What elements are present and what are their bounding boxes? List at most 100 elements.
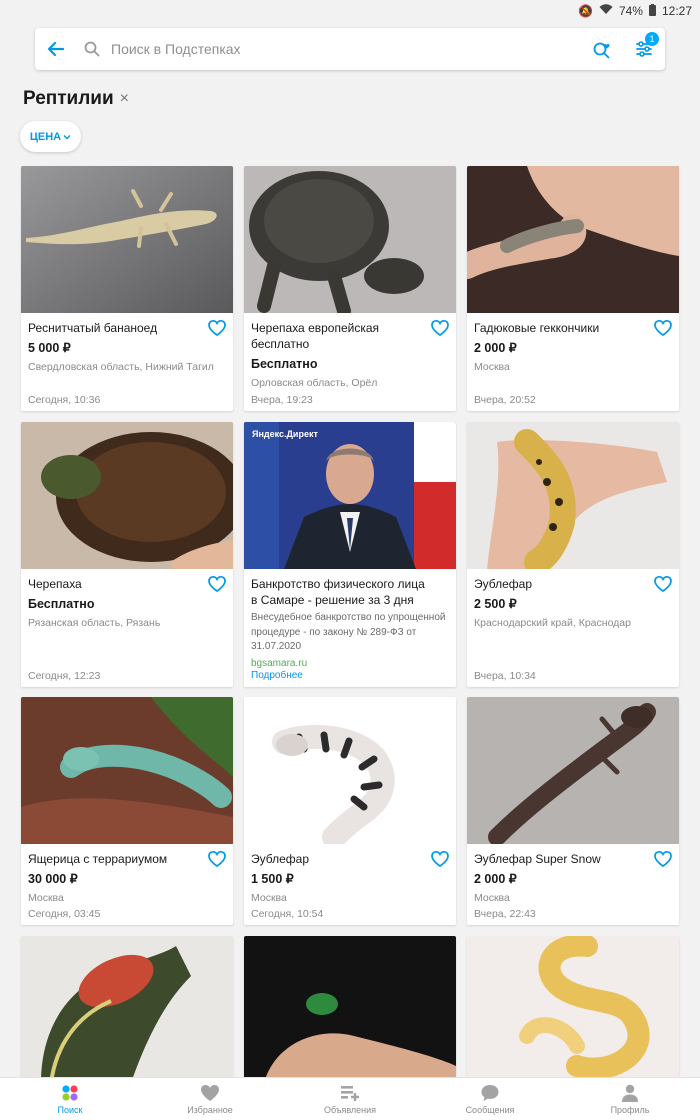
ad-domain[interactable]: bgsamara.ru [251,658,449,669]
ad-card[interactable]: Яндекс.Директ Банкротство физического ли… [244,422,456,687]
listing-price: 2 000 ₽ [474,341,517,355]
bottom-navigation: Поиск Избранное Объявления Сообщения Про… [0,1077,700,1120]
nav-search[interactable]: Поиск [0,1078,140,1120]
ad-more-link[interactable]: Подробнее [251,670,449,681]
listing-card[interactable]: Реснитчатый бананоед 5 000 ₽ Свердловска… [21,166,233,411]
listing-date: Сегодня, 10:36 [28,394,101,406]
listing-card[interactable]: Эублефар Super Snow 2 000 ₽ Москва Вчера… [467,697,679,925]
listing-title: Реснитчатый бананоед [28,321,158,335]
nav-label: Избранное [187,1105,233,1115]
turtle-photo [244,166,456,313]
listing-location: Москва [474,892,510,904]
listing-location: Москва [474,361,510,373]
favorite-heart-icon[interactable] [207,575,227,593]
category-header: Рептилии × [23,88,129,110]
listing-location: Орловская область, Орёл [251,377,378,389]
listing-card[interactable] [21,936,233,1083]
listing-price: Бесплатно [28,597,95,611]
ad-description: Внесудебное банкротство по упрощенной пр… [251,612,446,652]
wifi-icon [599,4,613,18]
search-input[interactable] [107,41,581,57]
favorite-heart-icon[interactable] [430,319,450,337]
favorite-heart-icon[interactable] [207,319,227,337]
listing-location: Свердловская область, Нижний Тагил [28,361,214,373]
remove-category-icon[interactable]: × [120,90,129,108]
turtle-hand-photo [21,422,233,569]
favorite-heart-icon[interactable] [207,850,227,868]
python-photo [467,936,679,1083]
listing-date: Вчера, 20:52 [474,394,536,406]
eublefar-white-photo [244,697,456,844]
filters-icon[interactable]: 1 [623,28,665,70]
ad-label: Яндекс.Директ [252,429,318,439]
search-bar: 1 [35,28,665,70]
listing-card[interactable]: Эублефар 2 500 ₽ Краснодарский край, Кра… [467,422,679,687]
heart-icon [201,1085,219,1101]
listing-location: Краснодарский край, Краснодар [474,617,631,629]
gecko-photo [21,166,233,313]
listing-card[interactable]: Гадюковые геккончики 2 000 ₽ Москва Вчер… [467,166,679,411]
listing-title: Гадюковые геккончики [474,321,600,335]
nav-favorites[interactable]: Избранное [140,1078,280,1120]
profile-icon [622,1084,638,1102]
clock: 12:27 [661,4,692,18]
listing-card[interactable]: Черепаха европейская бесплатно Бесплатно… [244,166,456,411]
listing-date: Сегодня, 03:45 [28,908,101,920]
filters-count-badge: 1 [645,32,659,46]
listing-price: 2 500 ₽ [474,597,517,611]
listing-date: Вчера, 19:23 [251,394,313,406]
nav-label: Профиль [610,1105,650,1115]
listing-location: Москва [251,892,287,904]
listing-card[interactable]: Черепаха Бесплатно Рязанская область, Ря… [21,422,233,687]
back-arrow-icon[interactable] [35,28,77,70]
listing-title: Эублефар [474,577,532,591]
listing-location: Рязанская область, Рязань [28,617,161,629]
listing-price: 1 500 ₽ [251,872,294,886]
listing-card[interactable] [244,936,456,1083]
leopard-gecko-photo [467,422,679,569]
nav-listings[interactable]: Объявления [280,1078,420,1120]
listing-price: 5 000 ₽ [28,341,71,355]
search-tab-icon [62,1085,78,1101]
add-listing-icon [341,1086,359,1101]
listing-title: Эублефар Super Snow [474,852,601,866]
battery-icon [648,3,656,19]
battery-level: 74% [618,4,643,18]
red-ear-turtle-photo [21,936,233,1083]
listing-title: Черепаха [28,577,82,591]
chevron-down-icon [63,134,71,139]
dark-gecko-photo [467,697,679,844]
nav-profile[interactable]: Профиль [560,1078,700,1120]
small-turtle-photo [244,936,456,1083]
listing-date: Сегодня, 12:23 [28,670,101,682]
nav-label: Поиск [57,1105,83,1115]
gecko-hand-photo [467,166,679,313]
listing-location: Москва [28,892,64,904]
favorite-heart-icon[interactable] [653,575,673,593]
listing-date: Сегодня, 10:54 [251,908,324,920]
category-title: Рептилии [23,88,114,109]
favorite-heart-icon[interactable] [430,850,450,868]
price-filter-chip[interactable]: ЦЕНА [20,121,81,152]
listing-title: Эублефар [251,852,309,866]
iguana-photo [21,697,233,844]
listing-price: Бесплатно [251,357,318,371]
listing-date: Вчера, 22:43 [474,908,536,920]
nav-label: Объявления [323,1105,377,1115]
listing-title: Ящерица с террариумом [28,852,168,866]
listing-date: Вчера, 10:34 [474,670,536,682]
save-search-icon[interactable] [581,28,623,70]
price-filter-label: ЦЕНА [29,130,62,143]
favorite-heart-icon[interactable] [653,319,673,337]
favorite-heart-icon[interactable] [653,850,673,868]
status-bar: 🔕 74% 12:27 [0,0,700,22]
mute-icon: 🔕 [577,4,593,18]
ad-photo: Яндекс.Директ [244,422,456,569]
listing-price: 2 000 ₽ [474,872,517,886]
listing-card[interactable]: Ящерица с террариумом 30 000 ₽ Москва Се… [21,697,233,925]
listing-card[interactable]: Эублефар 1 500 ₽ Москва Сегодня, 10:54 [244,697,456,925]
nav-messages[interactable]: Сообщения [420,1078,560,1120]
listing-card[interactable] [467,936,679,1083]
ad-title: Банкротство физического лица в Самаре - … [251,577,425,607]
chat-icon [481,1085,499,1101]
